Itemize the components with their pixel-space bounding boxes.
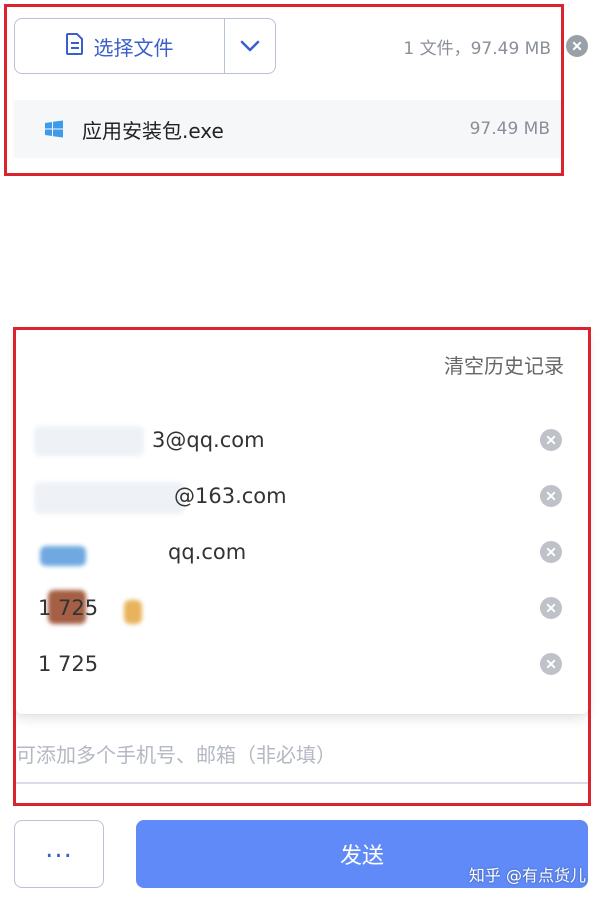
history-dropdown: 清空历史记录 3@qq.com @163.com qq.com 1 725 1 … xyxy=(16,330,588,714)
more-options-button[interactable]: ... xyxy=(14,820,104,888)
select-file-button[interactable]: 选择文件 xyxy=(15,19,225,73)
history-item[interactable]: 1 725 xyxy=(16,580,588,636)
history-item[interactable]: qq.com xyxy=(16,524,588,580)
select-file-control: 选择文件 xyxy=(14,18,276,74)
close-circle-icon[interactable] xyxy=(566,35,588,57)
delete-item-icon[interactable] xyxy=(540,541,562,563)
delete-item-icon[interactable] xyxy=(540,485,562,507)
history-item-text: 1 725 xyxy=(38,596,99,620)
windows-icon xyxy=(44,118,66,140)
file-size: 97.49 MB xyxy=(469,119,550,139)
delete-item-icon[interactable] xyxy=(540,653,562,675)
chevron-down-icon xyxy=(240,37,260,56)
history-item[interactable]: 3@qq.com xyxy=(16,412,588,468)
history-item[interactable]: @163.com xyxy=(16,468,588,524)
history-item-text: 3@qq.com xyxy=(152,428,265,452)
history-item-text: 1 725 xyxy=(38,652,99,676)
more-icon: ... xyxy=(45,834,73,864)
select-file-label: 选择文件 xyxy=(93,35,174,60)
recipient-input[interactable] xyxy=(16,728,588,784)
file-name: 应用安装包.exe xyxy=(82,118,224,143)
select-dropdown-button[interactable] xyxy=(225,19,275,73)
file-summary: 1 文件，97.49 MB xyxy=(403,39,551,59)
file-list-item: 应用安装包.exe 97.49 MB xyxy=(14,100,562,158)
delete-item-icon[interactable] xyxy=(540,597,562,619)
watermark: 知乎 @有点货儿 xyxy=(468,866,586,885)
clear-history-button[interactable]: 清空历史记录 xyxy=(444,350,564,379)
document-icon xyxy=(65,33,84,59)
history-item[interactable]: 1 725 xyxy=(16,636,588,692)
send-label: 发送 xyxy=(339,844,384,869)
delete-item-icon[interactable] xyxy=(540,429,562,451)
history-item-text: qq.com xyxy=(168,540,247,564)
history-item-text: @163.com xyxy=(174,484,287,508)
